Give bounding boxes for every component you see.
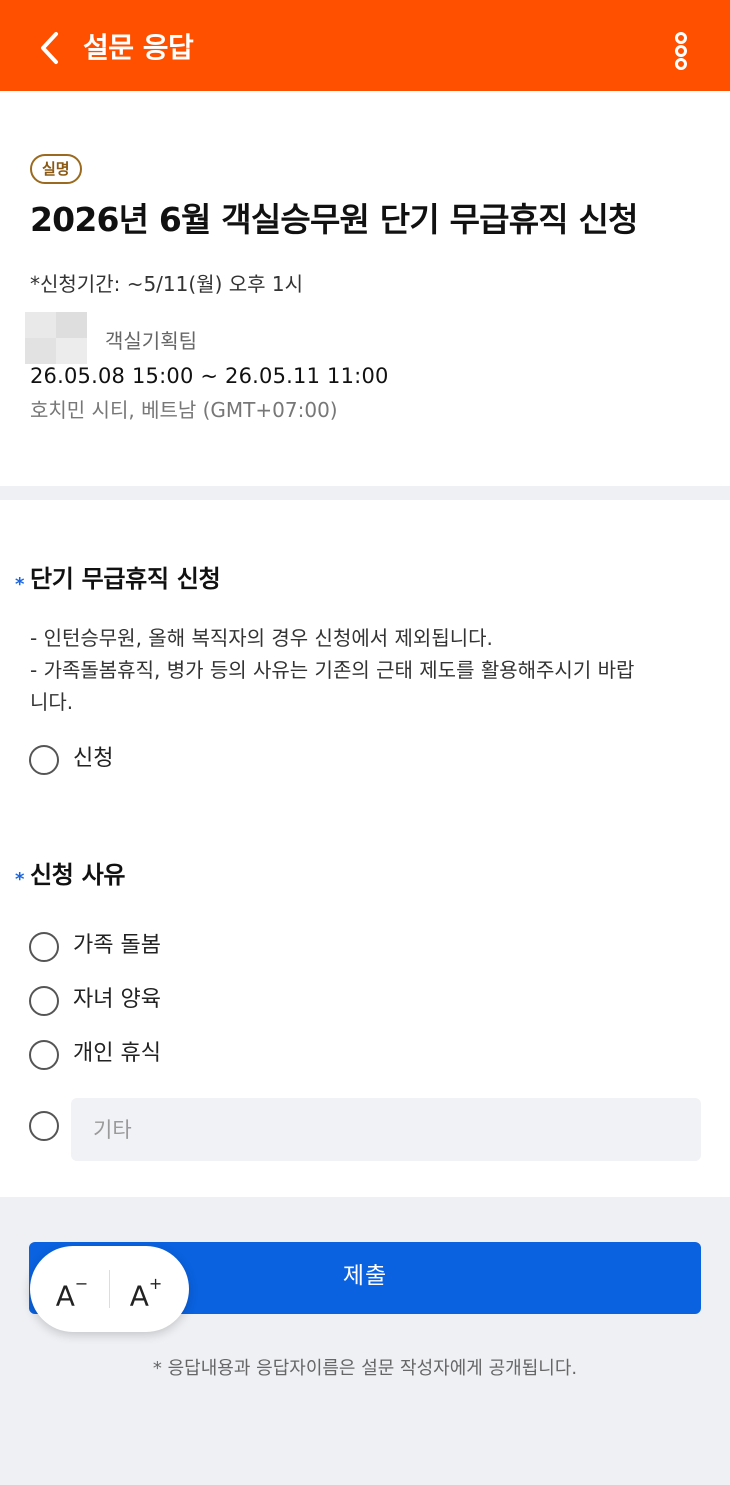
required-mark: * bbox=[15, 869, 25, 890]
timezone: 호치민 시티, 베트남 (GMT+07:00) bbox=[30, 398, 338, 422]
survey-info-card: 실명 2026년 6월 객실승무원 단기 무급휴직 신청 *신청기간: ~5/1… bbox=[0, 91, 730, 486]
question-title: 신청 사유 bbox=[30, 861, 126, 889]
option-label: 신청 bbox=[73, 746, 114, 771]
radio-family-care[interactable] bbox=[29, 932, 59, 962]
back-button[interactable] bbox=[30, 26, 70, 66]
app-header: 설문 응답 bbox=[0, 0, 730, 91]
option-label: 가족 돌봄 bbox=[73, 933, 161, 958]
survey-date-range: 26.05.08 15:00 ~ 26.05.11 11:00 bbox=[30, 364, 389, 388]
option-label: 자녀 양육 bbox=[73, 987, 161, 1012]
privacy-notice: * 응답내용과 응답자이름은 설문 작성자에게 공개됩니다. bbox=[152, 1358, 578, 1379]
name-type-badge: 실명 bbox=[30, 154, 82, 184]
chevron-left-icon bbox=[41, 32, 58, 64]
radio-child-care[interactable] bbox=[29, 986, 59, 1016]
radio-apply[interactable] bbox=[29, 745, 59, 775]
option-label: 개인 휴식 bbox=[73, 1041, 161, 1066]
questions-card: * 단기 무급휴직 신청 - 인턴승무원, 올해 복직자의 경우 신청에서 제외… bbox=[0, 500, 730, 1197]
font-decrease-button[interactable]: A− bbox=[42, 1268, 102, 1312]
radio-personal-rest[interactable] bbox=[29, 1040, 59, 1070]
page-title: 설문 응답 bbox=[83, 31, 194, 64]
question-description: - 인턴승무원, 올해 복직자의 경우 신청에서 제외됩니다. - 가족돌봄휴직… bbox=[30, 626, 635, 714]
more-vertical-icon bbox=[675, 32, 687, 70]
other-reason-input[interactable] bbox=[71, 1098, 701, 1161]
avatar bbox=[25, 312, 87, 364]
application-period: *신청기간: ~5/11(월) 오후 1시 bbox=[30, 272, 304, 296]
font-increase-button[interactable]: A+ bbox=[116, 1268, 176, 1312]
author-team: 객실기획팀 bbox=[105, 329, 197, 353]
question-title: 단기 무급휴직 신청 bbox=[30, 565, 221, 593]
divider bbox=[109, 1270, 110, 1308]
survey-title: 2026년 6월 객실승무원 단기 무급휴직 신청 bbox=[30, 200, 638, 239]
font-size-controls: A− A+ bbox=[30, 1246, 189, 1332]
radio-other[interactable] bbox=[29, 1111, 59, 1141]
required-mark: * bbox=[15, 574, 25, 595]
more-menu-button[interactable] bbox=[664, 28, 698, 74]
